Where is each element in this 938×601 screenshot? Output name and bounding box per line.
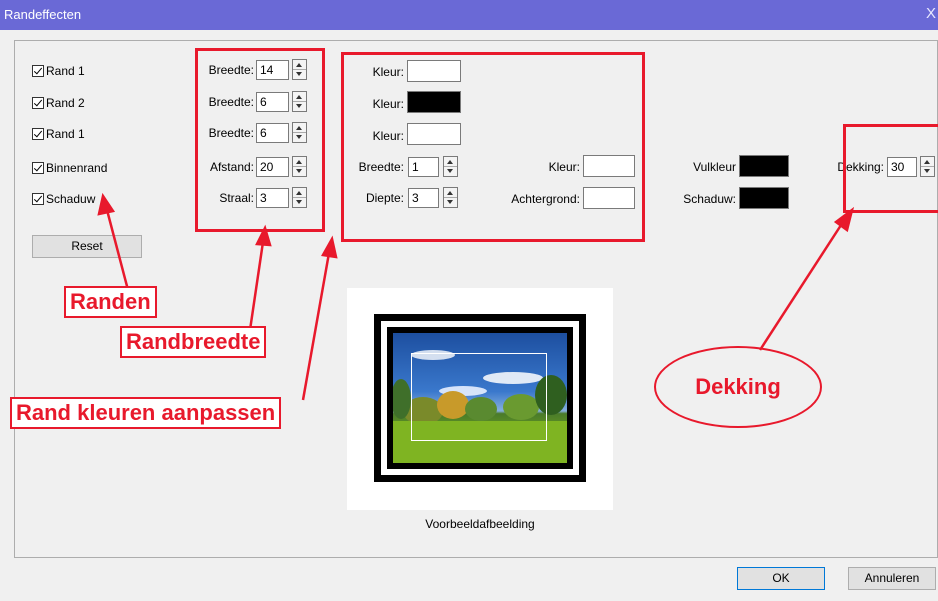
annotation-randbreedte: Randbreedte (120, 326, 267, 358)
annotation-randen: Randen (64, 286, 157, 318)
annotation-rand-kleuren: Rand kleuren aanpassen (10, 397, 282, 429)
annotation-dekking: Dekking (654, 346, 822, 428)
